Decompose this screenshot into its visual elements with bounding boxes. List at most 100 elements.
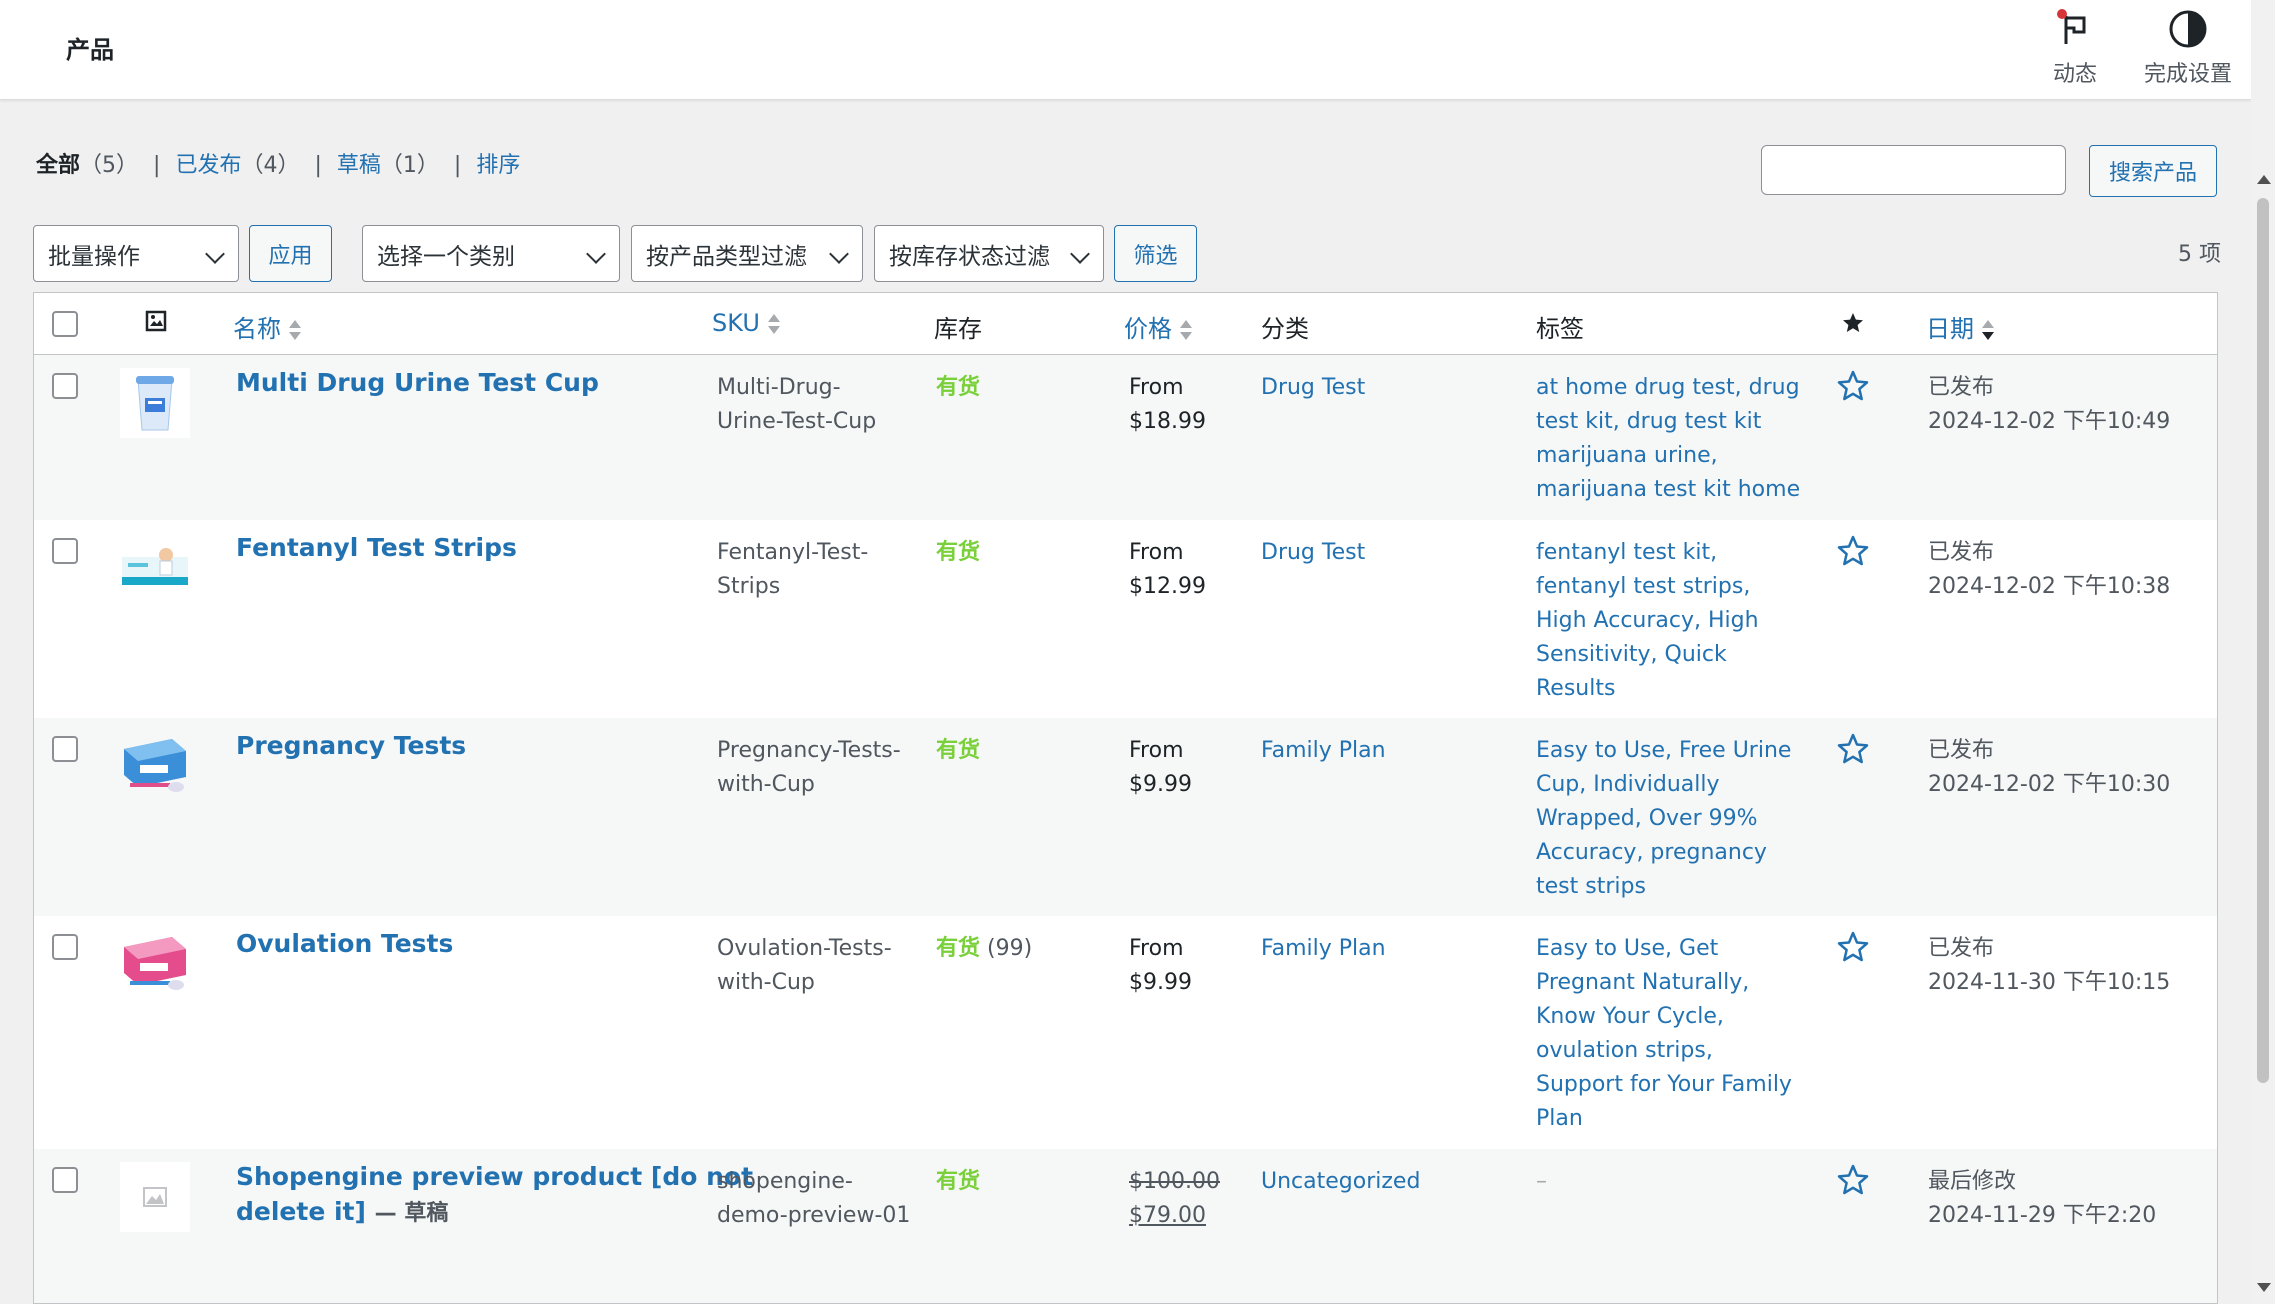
bulk-action-select[interactable]: 批量操作 xyxy=(33,225,239,282)
search-input[interactable] xyxy=(1761,145,2066,195)
column-name[interactable]: 名称 xyxy=(233,309,301,344)
placeholder-image-icon[interactable] xyxy=(120,1162,190,1232)
tags-list[interactable]: Easy to Use, Free Urine Cup, Individually… xyxy=(1536,734,1791,904)
table-row: Ovulation Tests Ovulation-Tests-with-Cup… xyxy=(34,916,2217,1149)
tags-empty: – xyxy=(1536,1169,1547,1194)
view-filters: 全部（5） | 已发布（4） | 草稿（1） | 排序 xyxy=(36,153,521,178)
items-count: 5 项 xyxy=(2178,242,2221,267)
star-outline-icon[interactable] xyxy=(1836,732,1870,766)
product-type-select[interactable]: 按产品类型过滤 xyxy=(631,225,863,282)
product-date: 最后修改 2024-11-29 下午2:20 xyxy=(1928,1169,2157,1228)
product-name-link[interactable]: Multi Drug Urine Test Cup xyxy=(236,365,599,400)
column-sku[interactable]: SKU xyxy=(712,309,780,337)
stock-status: 有货 xyxy=(936,375,981,400)
activity-label: 动态 xyxy=(2052,62,2097,87)
table-row: Shopengine preview product [do not delet… xyxy=(34,1149,2217,1303)
activity-button[interactable]: 动态 xyxy=(2045,8,2105,88)
table-row: Multi Drug Urine Test Cup Multi-Drug- Uri… xyxy=(34,355,2217,520)
sort-icon xyxy=(767,312,780,336)
sale-price: $79.00 xyxy=(1129,1203,1206,1228)
tags-list[interactable]: Easy to Use, Get Pregnant Naturally, Know … xyxy=(1536,932,1792,1136)
star-outline-icon[interactable] xyxy=(1836,369,1870,403)
row-checkbox[interactable] xyxy=(52,934,78,960)
table-row: Fentanyl Test Strips Fentanyl-Test- Strip… xyxy=(34,520,2217,718)
chevron-down-icon xyxy=(829,244,849,264)
product-name-link[interactable]: Ovulation Tests xyxy=(236,926,453,961)
product-thumbnail[interactable] xyxy=(120,929,190,999)
product-thumbnail[interactable] xyxy=(120,731,190,801)
view-sort[interactable]: 排序 xyxy=(476,153,520,178)
product-name-link[interactable]: Fentanyl Test Strips xyxy=(236,530,517,565)
product-thumbnail[interactable] xyxy=(120,368,190,438)
chevron-down-icon xyxy=(586,244,606,264)
product-sku: Ovulation-Tests-with-Cup xyxy=(717,936,892,995)
product-price: From $9.99 xyxy=(1129,936,1192,995)
product-date: 已发布 2024-12-02 下午10:49 xyxy=(1928,375,2171,434)
finish-setup-button[interactable]: 完成设置 xyxy=(2138,8,2238,88)
category-select[interactable]: 选择一个类别 xyxy=(362,225,620,282)
row-checkbox[interactable] xyxy=(52,1167,78,1193)
stock-status: 有货 xyxy=(936,540,981,565)
column-category: 分类 xyxy=(1261,315,1309,343)
category-link[interactable]: Drug Test xyxy=(1261,536,1365,570)
draft-label: — 草稿 xyxy=(374,1201,449,1226)
row-checkbox[interactable] xyxy=(52,736,78,762)
product-sku: Multi-Drug- Urine-Test-Cup xyxy=(717,375,877,434)
star-outline-icon[interactable] xyxy=(1836,930,1870,964)
select-all-checkbox[interactable] xyxy=(52,311,78,337)
chevron-down-icon xyxy=(1070,244,1090,264)
finish-setup-label: 完成设置 xyxy=(2143,62,2232,87)
column-tags: 标签 xyxy=(1536,315,1584,343)
column-price[interactable]: 价格 xyxy=(1124,309,1192,344)
apply-button[interactable]: 应用 xyxy=(249,225,332,282)
stock-status: 有货 xyxy=(936,738,981,763)
column-date[interactable]: 日期 xyxy=(1926,309,1994,344)
row-checkbox[interactable] xyxy=(52,373,78,399)
flag-icon xyxy=(2057,9,2086,44)
product-sku: Fentanyl-Test- Strips xyxy=(717,540,869,599)
tags-list[interactable]: fentanyl test kit, fentanyl test strips, H… xyxy=(1536,536,1759,706)
page-title: 产品 xyxy=(66,36,114,64)
stock-status: 有货 xyxy=(936,1169,981,1194)
chevron-down-icon xyxy=(205,244,225,264)
product-sku: Pregnancy-Tests-with-Cup xyxy=(717,738,901,797)
featured-star-icon[interactable] xyxy=(1841,311,1865,335)
filter-button[interactable]: 筛选 xyxy=(1114,225,1197,282)
tags-list[interactable]: at home drug test, drug test kit, drug te… xyxy=(1536,371,1800,507)
half-circle-icon xyxy=(2169,10,2207,48)
sort-icon xyxy=(289,318,301,342)
category-link[interactable]: Family Plan xyxy=(1261,932,1386,966)
product-date: 已发布 2024-12-02 下午10:30 xyxy=(1928,738,2171,797)
product-date: 已发布 2024-12-02 下午10:38 xyxy=(1928,540,2171,599)
row-checkbox[interactable] xyxy=(52,538,78,564)
regular-price: $100.00 xyxy=(1129,1169,1220,1194)
view-published[interactable]: 已发布（4） xyxy=(175,153,299,178)
product-sku: shopengine-demo-preview-01 xyxy=(717,1169,911,1228)
star-outline-icon[interactable] xyxy=(1836,1163,1870,1197)
category-link[interactable]: Family Plan xyxy=(1261,734,1386,768)
product-price: From $18.99 xyxy=(1129,375,1206,434)
product-name-link[interactable]: Pregnancy Tests xyxy=(236,728,466,763)
view-draft[interactable]: 草稿（1） xyxy=(337,153,439,178)
products-table: 名称 SKU 库存 价格 分类 标签 日期 Multi Drug Urine T… xyxy=(33,292,2218,1304)
category-link[interactable]: Uncategorized xyxy=(1261,1165,1420,1199)
product-date: 已发布 2024-11-30 下午10:15 xyxy=(1928,936,2171,995)
product-thumbnail[interactable] xyxy=(120,533,190,603)
search-products-button[interactable]: 搜索产品 xyxy=(2089,145,2217,197)
product-price: From $9.99 xyxy=(1129,738,1192,797)
top-bar: 产品 动态 完成设置 xyxy=(0,0,2251,100)
column-stock: 库存 xyxy=(934,315,982,343)
sort-icon xyxy=(1180,318,1192,342)
scroll-up-arrow-icon[interactable] xyxy=(2257,175,2271,184)
star-outline-icon[interactable] xyxy=(1836,534,1870,568)
image-icon xyxy=(145,310,167,332)
stock-status-select[interactable]: 按库存状态过滤 xyxy=(874,225,1104,282)
product-price: $100.00 $79.00 xyxy=(1129,1165,1220,1233)
table-row: Pregnancy Tests Pregnancy-Tests-with-Cup… xyxy=(34,718,2217,916)
product-name-link[interactable]: Shopengine preview product [do not delet… xyxy=(236,1159,753,1231)
category-link[interactable]: Drug Test xyxy=(1261,371,1365,405)
sort-desc-icon xyxy=(1982,318,1994,342)
scroll-down-arrow-icon[interactable] xyxy=(2257,1283,2271,1292)
view-all[interactable]: 全部（5） xyxy=(36,153,138,178)
scrollbar-thumb[interactable] xyxy=(2257,198,2269,1083)
